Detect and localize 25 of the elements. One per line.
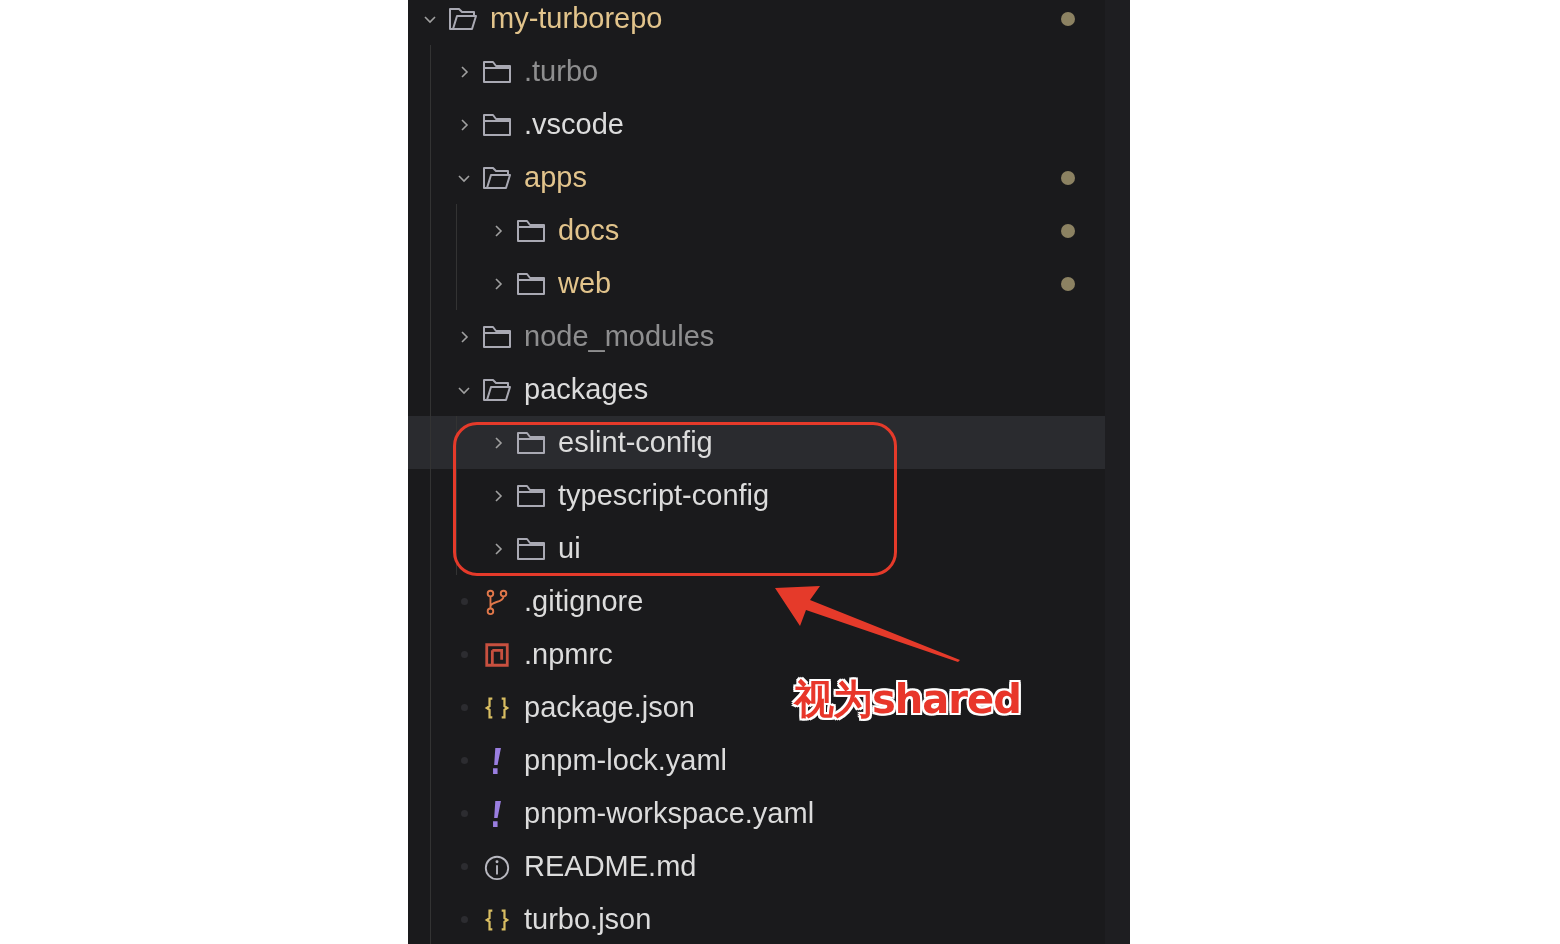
- tree-item[interactable]: .turbo: [408, 45, 605, 98]
- tree-item[interactable]: apps: [408, 151, 1105, 204]
- tree-item[interactable]: pnpm-workspace.yaml: [408, 787, 821, 840]
- tree-item[interactable]: .npmrc: [408, 628, 619, 681]
- tree-item[interactable]: docs: [408, 204, 1105, 257]
- tree-item[interactable]: README.md: [408, 840, 703, 893]
- modified-dot: [1061, 223, 1075, 238]
- modified-dot: [1061, 276, 1075, 291]
- tree-item[interactable]: web: [408, 257, 1105, 310]
- tree-item[interactable]: package.json: [408, 681, 701, 734]
- exclamation-icon: [493, 747, 501, 774]
- tree-item[interactable]: node_modules: [408, 310, 721, 363]
- exclamation-icon: [493, 800, 501, 827]
- tree-item[interactable]: .vscode: [408, 98, 630, 151]
- npm-icon: [482, 640, 512, 669]
- modified-dot: [1061, 170, 1075, 185]
- tree-item[interactable]: .gitignore: [408, 575, 650, 628]
- tree-item[interactable]: my-turborepo: [408, 0, 1105, 45]
- modified-dot: [1061, 11, 1075, 26]
- tree-item[interactable]: turbo.json: [408, 893, 658, 944]
- annotation-text: 视为shared: [794, 675, 1021, 724]
- tree-item[interactable]: pnpm-lock.yaml: [408, 734, 734, 787]
- tree-item[interactable]: eslint-config: [408, 416, 1105, 469]
- tree-item[interactable]: ui: [408, 522, 587, 575]
- tree-item[interactable]: typescript-config: [408, 469, 776, 522]
